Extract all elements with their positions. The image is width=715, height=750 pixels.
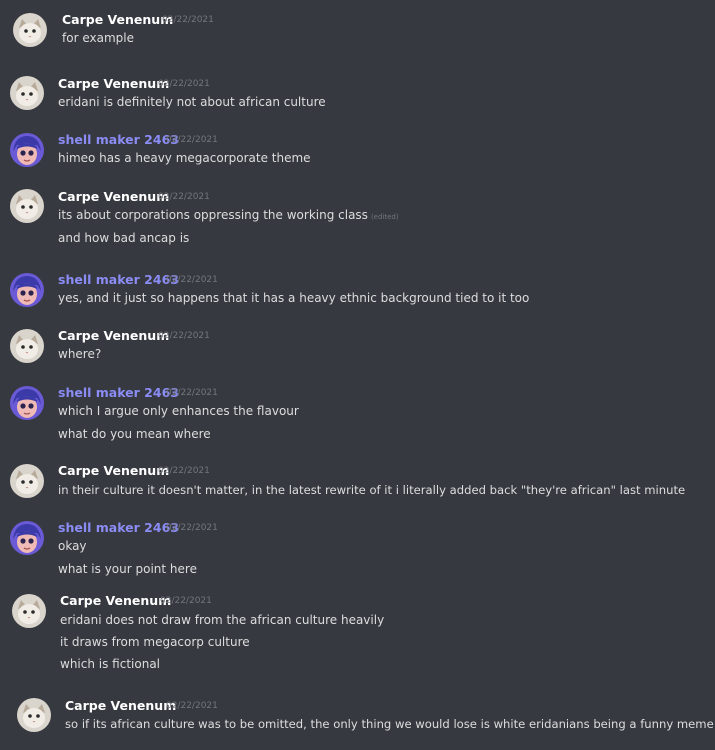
- message-text: which I argue only enhances the flavour: [58, 404, 299, 418]
- timestamp: 02/22/2021: [166, 701, 218, 711]
- username[interactable]: Carpe Venenum: [60, 593, 171, 608]
- username[interactable]: Carpe Venenum: [58, 189, 169, 204]
- user-avatar[interactable]: [13, 13, 47, 47]
- message-text: which is fictional: [60, 657, 161, 671]
- cat-avatar-icon: [10, 329, 44, 363]
- anime-avatar-icon: [10, 521, 44, 555]
- username[interactable]: Carpe Venenum: [58, 463, 169, 478]
- timestamp: 02/22/2021: [166, 523, 218, 533]
- message-text: it draws from megacorp culture: [60, 635, 250, 649]
- timestamp: 02/22/2021: [166, 275, 218, 285]
- user-avatar[interactable]: [10, 133, 44, 167]
- anime-avatar-icon: [10, 386, 44, 420]
- cat-avatar-icon: [10, 189, 44, 223]
- message-text: what is your point here: [58, 562, 197, 576]
- message-text: and how bad ancap is: [58, 231, 190, 245]
- cat-avatar-icon: [12, 594, 46, 628]
- edited-label: (edited): [370, 213, 399, 221]
- message-text: eridani does not draw from the african c…: [60, 613, 385, 627]
- message-text: what do you mean where: [58, 427, 211, 441]
- username[interactable]: shell maker 2463: [58, 520, 179, 535]
- cat-avatar-icon: [10, 76, 44, 110]
- message-text: eridani is definitely not about african …: [58, 95, 326, 109]
- user-avatar[interactable]: [10, 386, 44, 420]
- username[interactable]: Carpe Venenum: [65, 698, 176, 713]
- user-avatar[interactable]: [10, 273, 44, 307]
- username[interactable]: shell maker 2463: [58, 272, 179, 287]
- timestamp: 02/22/2021: [166, 388, 218, 398]
- cat-avatar-icon: [17, 698, 51, 732]
- user-avatar[interactable]: [10, 464, 44, 498]
- timestamp: 02/22/2021: [158, 192, 210, 202]
- username[interactable]: shell maker 2463: [58, 132, 179, 147]
- username[interactable]: Carpe Venenum: [62, 12, 173, 27]
- cat-avatar-icon: [10, 464, 44, 498]
- message-text: yes, and it just so happens that it has …: [58, 291, 530, 305]
- user-avatar[interactable]: [10, 329, 44, 363]
- message-text-content: its about corporations oppressing the wo…: [58, 208, 368, 222]
- timestamp: 02/22/2021: [166, 135, 218, 145]
- message-text: in their culture it doesn't matter, in t…: [58, 483, 686, 497]
- timestamp: 02/22/2021: [162, 15, 214, 25]
- user-avatar[interactable]: [12, 594, 46, 628]
- anime-avatar-icon: [10, 273, 44, 307]
- timestamp: 02/22/2021: [160, 596, 212, 606]
- message-text: okay: [58, 539, 87, 553]
- user-avatar[interactable]: [17, 698, 51, 732]
- user-avatar[interactable]: [10, 189, 44, 223]
- username[interactable]: Carpe Venenum: [58, 328, 169, 343]
- username[interactable]: shell maker 2463: [58, 385, 179, 400]
- message-text: for example: [62, 31, 134, 45]
- username[interactable]: Carpe Venenum: [58, 76, 169, 91]
- message-text: its about corporations oppressing the wo…: [58, 208, 399, 222]
- message-text: so if its african culture was to be omit…: [65, 717, 714, 731]
- timestamp: 02/22/2021: [158, 79, 210, 89]
- cat-avatar-icon: [13, 13, 47, 47]
- anime-avatar-icon: [10, 133, 44, 167]
- message-text: himeo has a heavy megacorporate theme: [58, 151, 311, 165]
- user-avatar[interactable]: [10, 76, 44, 110]
- message-text: where?: [58, 347, 102, 361]
- timestamp: 02/22/2021: [158, 331, 210, 341]
- user-avatar[interactable]: [10, 521, 44, 555]
- timestamp: 02/22/2021: [158, 466, 210, 476]
